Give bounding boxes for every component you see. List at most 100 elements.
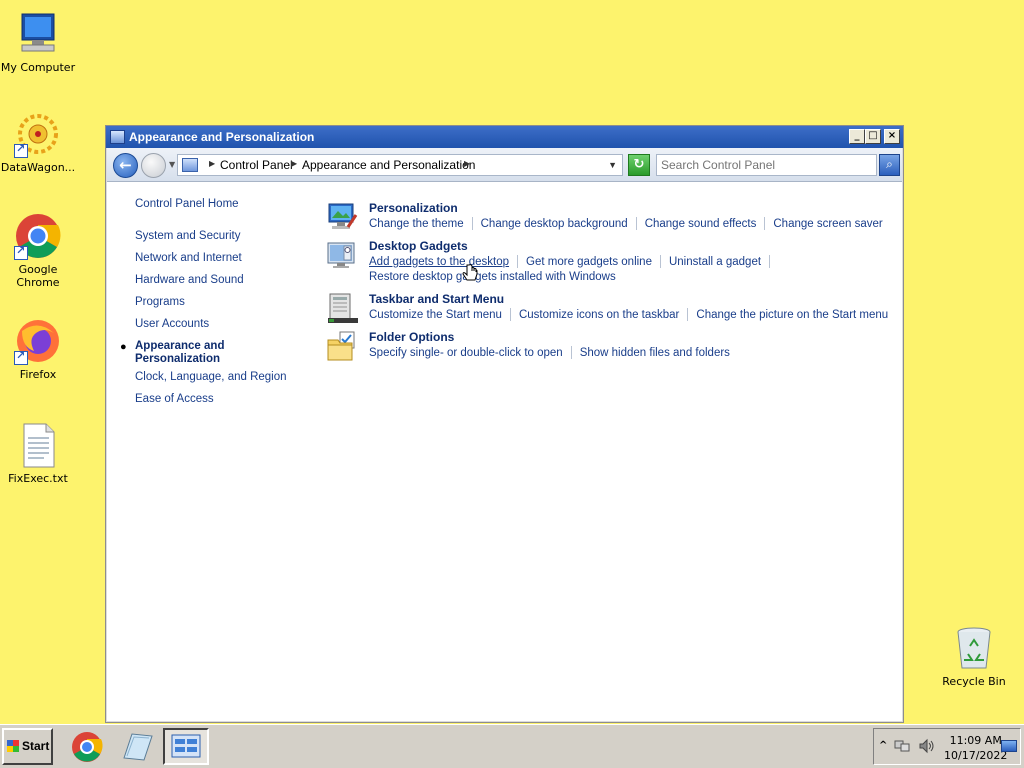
address-dropdown-icon[interactable]: ▼ (608, 160, 617, 170)
taskbar: Start ^ 11:09 AM 10/17/2022 (0, 724, 1024, 768)
breadcrumb-separator-icon[interactable]: ▶ (291, 159, 297, 168)
section-title[interactable]: Desktop Gadgets (369, 239, 468, 253)
desktop-icon-label: Firefox (19, 368, 57, 381)
desktop-icon-label: FixExec.txt (8, 472, 68, 485)
network-icon[interactable] (894, 738, 910, 757)
breadcrumb-appearance[interactable]: Appearance and Personalization (302, 158, 475, 172)
close-button[interactable]: × (884, 129, 900, 144)
taskbar-icon[interactable] (326, 292, 358, 324)
gadgets-icon[interactable] (326, 239, 358, 271)
search-box[interactable] (656, 154, 877, 176)
search-input[interactable] (657, 155, 876, 175)
taskbar-control-panel-button[interactable] (163, 728, 209, 765)
start-button[interactable]: Start (2, 728, 53, 765)
show-desktop-icon[interactable] (1001, 740, 1017, 752)
link-change-sound-effects[interactable]: Change sound effects (645, 218, 757, 230)
nav-appearance-and-personalization[interactable]: ● Appearance and Personalization (120, 340, 265, 366)
breadcrumb-separator-icon[interactable]: ▶ (464, 159, 470, 168)
text-file-icon (14, 421, 62, 469)
nav-network-and-internet[interactable]: Network and Internet (135, 252, 242, 264)
link-divider (509, 308, 511, 321)
section-title[interactable]: Taskbar and Start Menu (369, 292, 504, 306)
firefox-icon (14, 317, 62, 365)
breadcrumb-control-panel[interactable]: Control Panel (220, 158, 293, 172)
link-customize-start-menu[interactable]: Customize the Start menu (369, 309, 502, 321)
nav-clock-language-region[interactable]: Clock, Language, and Region (135, 371, 287, 383)
current-page-bullet-icon: ● (120, 341, 127, 353)
show-hidden-icons-button[interactable]: ^ (879, 740, 887, 751)
control-panel-icon (182, 158, 198, 172)
desktop-icon-google-chrome[interactable]: Google Chrome (0, 212, 76, 289)
notepad-icon (123, 733, 153, 761)
title-bar[interactable]: Appearance and Personalization _ □ × (106, 126, 903, 148)
recent-pages-dropdown[interactable]: ▼ (169, 160, 175, 169)
desktop-icon-label: DataWagon... (0, 161, 76, 174)
link-single-double-click[interactable]: Specify single- or double-click to open (369, 347, 563, 359)
windows-flag-icon (7, 740, 19, 752)
link-get-more-gadgets[interactable]: Get more gadgets online (526, 256, 652, 268)
maximize-button[interactable]: □ (865, 129, 881, 144)
link-divider (764, 217, 766, 230)
recycle-bin-icon (950, 624, 998, 672)
personalization-icon[interactable] (326, 201, 358, 233)
nav-system-and-security[interactable]: System and Security (135, 230, 240, 242)
shortcut-arrow-icon (14, 349, 28, 365)
desktop-icon-firefox[interactable]: Firefox (0, 317, 76, 381)
forward-button[interactable] (141, 153, 166, 178)
desktop-icon-my-computer[interactable]: My Computer (0, 10, 76, 74)
clock[interactable]: 11:09 AM 10/17/2022 (944, 733, 1007, 763)
navigation-bar: ← ▼ ▶ Control Panel ▶ Appearance and Per… (107, 148, 902, 182)
link-change-theme[interactable]: Change the theme (369, 218, 464, 230)
section-title[interactable]: Folder Options (369, 330, 454, 344)
link-show-hidden-files[interactable]: Show hidden files and folders (580, 347, 730, 359)
section-links-row2: Restore desktop gadgets installed with W… (369, 271, 616, 283)
section-links: Change the theme Change desktop backgroun… (369, 217, 883, 230)
link-add-gadgets[interactable]: Add gadgets to the desktop (369, 256, 509, 268)
section-links: Specify single- or double-click to open S… (369, 346, 730, 359)
folder-options-icon[interactable] (326, 330, 358, 362)
link-restore-gadgets[interactable]: Restore desktop gadgets installed with W… (369, 271, 616, 283)
taskbar-chrome-button[interactable] (64, 728, 110, 765)
nav-programs[interactable]: Programs (135, 296, 185, 308)
clock-date: 10/17/2022 (944, 749, 1008, 762)
search-icon[interactable]: ⌕ (879, 154, 900, 176)
control-panel-icon (110, 130, 125, 144)
breadcrumb-separator-icon[interactable]: ▶ (209, 159, 215, 168)
nav-current-label: Appearance and Personalization (135, 340, 225, 365)
link-divider (517, 255, 519, 268)
clock-time: 11:09 AM (949, 734, 1002, 747)
section-title[interactable]: Personalization (369, 201, 458, 215)
link-divider (687, 308, 689, 321)
link-divider (635, 217, 637, 230)
link-divider (570, 346, 572, 359)
shortcut-arrow-icon (14, 244, 28, 260)
system-tray: ^ 11:09 AM 10/17/2022 (873, 728, 1021, 765)
nav-control-panel-home[interactable]: Control Panel Home (135, 198, 239, 210)
link-uninstall-gadget[interactable]: Uninstall a gadget (669, 256, 761, 268)
link-customize-taskbar-icons[interactable]: Customize icons on the taskbar (519, 309, 679, 321)
taskbar-notepad-button[interactable] (114, 728, 160, 765)
desktop-icon-label: My Computer (0, 61, 76, 74)
minimize-button[interactable]: _ (849, 129, 865, 144)
desktop-icon-datawagon[interactable]: DataWagon... (0, 110, 76, 174)
desktop-icon-fixexec[interactable]: FixExec.txt (0, 421, 76, 485)
control-panel-window: Appearance and Personalization _ □ × ← ▼… (105, 125, 904, 723)
refresh-button[interactable]: ↻ (628, 154, 650, 176)
control-panel-icon (171, 734, 201, 758)
nav-user-accounts[interactable]: User Accounts (135, 318, 209, 330)
shortcut-arrow-icon (14, 142, 28, 158)
link-change-desktop-background[interactable]: Change desktop background (481, 218, 628, 230)
address-bar[interactable]: ▶ Control Panel ▶ Appearance and Persona… (177, 154, 623, 176)
hand-cursor-icon (462, 264, 478, 288)
link-change-screen-saver[interactable]: Change screen saver (773, 218, 882, 230)
computer-icon (14, 10, 62, 58)
back-button[interactable]: ← (113, 153, 138, 178)
link-divider (471, 217, 473, 230)
volume-icon[interactable] (918, 738, 936, 757)
link-divider (769, 255, 771, 268)
desktop-icon-recycle-bin[interactable]: Recycle Bin (936, 624, 1012, 688)
link-change-start-picture[interactable]: Change the picture on the Start menu (696, 309, 888, 321)
nav-ease-of-access[interactable]: Ease of Access (135, 393, 214, 405)
section-links: Customize the Start menu Customize icons … (369, 308, 888, 321)
nav-hardware-and-sound[interactable]: Hardware and Sound (135, 274, 244, 286)
